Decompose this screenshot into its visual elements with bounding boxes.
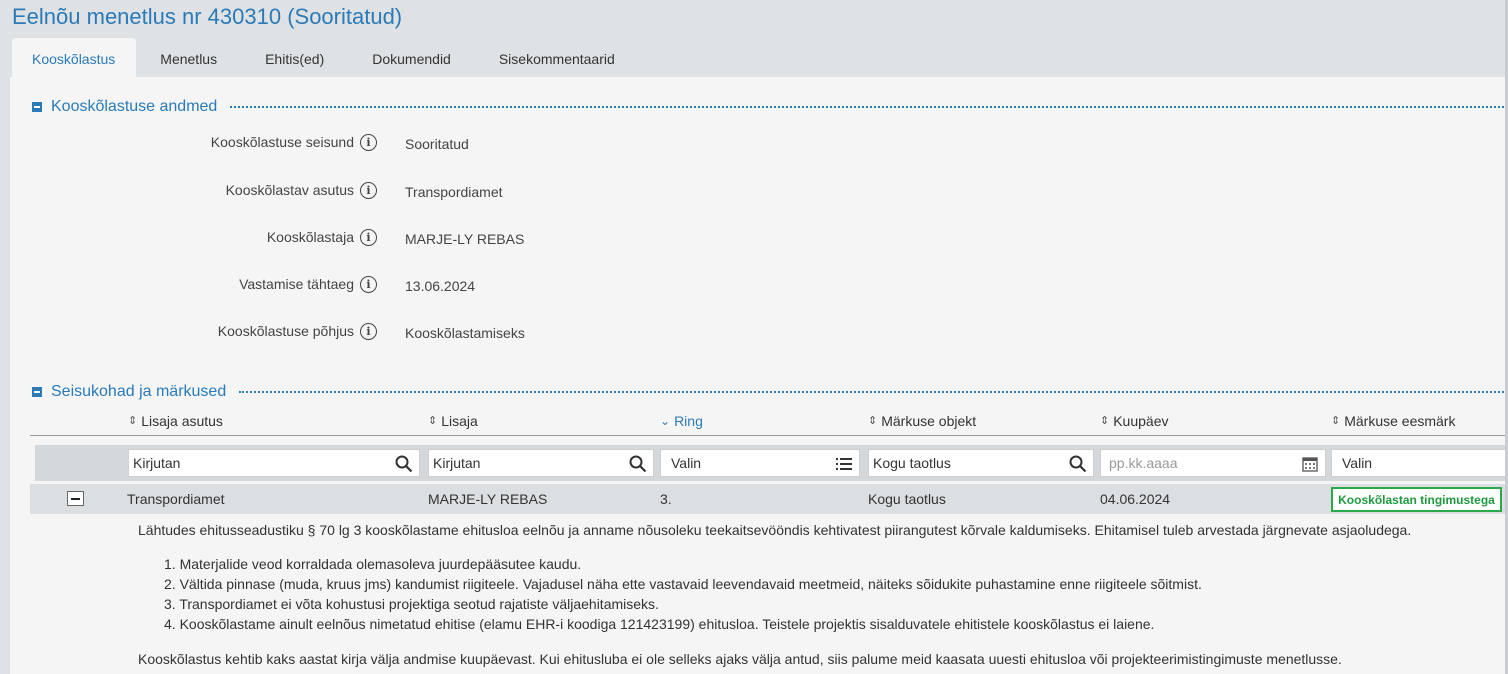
- info-icon[interactable]: i: [360, 323, 377, 340]
- column-header-kuupaev[interactable]: ⇕ Kuupäev: [1100, 413, 1169, 429]
- section-divider: [239, 391, 1508, 393]
- field-value-pohjus: Kooskõlastamiseks: [405, 325, 525, 341]
- collapse-icon[interactable]: [32, 387, 42, 397]
- column-label: Märkuse eesmärk: [1344, 413, 1456, 429]
- info-icon[interactable]: i: [360, 229, 377, 246]
- filter-lisaja[interactable]: Kirjutan: [428, 449, 654, 477]
- filter-value: Valin: [671, 455, 702, 471]
- detail-outro: Kooskõlastus kehtib kaks aastat kirja vä…: [138, 651, 1342, 667]
- section-divider: [230, 106, 1508, 108]
- list-icon[interactable]: [835, 455, 853, 473]
- calendar-icon[interactable]: [1301, 455, 1319, 473]
- tab-kooskolastus[interactable]: Kooskõlastus: [12, 38, 137, 77]
- cell-lisaja: MARJE-LY REBAS: [428, 491, 548, 507]
- status-badge: Kooskõlastan tingimustega: [1331, 487, 1502, 512]
- column-header-lisaja[interactable]: ⇕ Lisaja: [428, 413, 478, 429]
- sort-both-icon: ⇕: [128, 414, 138, 427]
- collapse-icon[interactable]: [32, 102, 42, 112]
- info-icon[interactable]: i: [360, 276, 377, 293]
- collapse-row-icon[interactable]: [67, 491, 84, 506]
- detail-list-item: 4. Kooskõlastame ainult eelnõus nimetatu…: [164, 616, 1155, 632]
- field-value-tahtaeg: 13.06.2024: [405, 278, 476, 294]
- detail-intro: Lähtudes ehitusseadustiku § 70 lg 3 koos…: [138, 522, 1412, 538]
- filter-kuupaev[interactable]: pp.kk.aaaa: [1100, 449, 1326, 477]
- tab-dokumendid[interactable]: Dokumendid: [348, 38, 475, 77]
- info-icon[interactable]: i: [360, 182, 377, 199]
- column-header-ring[interactable]: ⌄ Ring: [660, 413, 703, 429]
- section-header-seisukohad: Seisukohad ja märkused: [32, 382, 226, 402]
- filter-lisaja-asutus[interactable]: Kirjutan: [128, 449, 420, 477]
- section-title: Seisukohad ja märkused: [51, 383, 227, 400]
- tab-menetlus[interactable]: Menetlus: [136, 38, 241, 77]
- filter-placeholder: pp.kk.aaaa: [1109, 455, 1178, 471]
- detail-list-item: 3. Transpordiamet ei võta kohustusi proj…: [164, 596, 659, 612]
- search-icon[interactable]: [629, 455, 647, 473]
- section-header-kooskolastuse-andmed: Kooskõlastuse andmed: [32, 97, 217, 117]
- field-value-seisund: Sooritatud: [405, 136, 469, 152]
- sort-both-icon: ⇕: [1100, 414, 1110, 427]
- filter-value: Valin: [1342, 455, 1373, 471]
- cell-kuupaev: 04.06.2024: [1100, 491, 1171, 507]
- cell-ring: 3.: [660, 491, 672, 507]
- detail-list-item: 1. Materjalide veod korraldada olemasole…: [164, 556, 582, 572]
- column-header-markuse-objekt[interactable]: ⇕ Märkuse objekt: [868, 413, 976, 429]
- column-label: Ring: [674, 413, 703, 429]
- sort-both-icon: ⇕: [1331, 414, 1341, 427]
- filter-value: Kirjutan: [133, 455, 181, 471]
- tab-sisekommentaarid[interactable]: Sisekommentaarid: [475, 38, 639, 77]
- search-icon[interactable]: [395, 455, 413, 473]
- sort-both-icon: ⇕: [428, 414, 438, 427]
- field-label-tahtaeg: Vastamise tähtaeg: [239, 276, 354, 292]
- filter-value: Kirjutan: [433, 455, 481, 471]
- tab-panel: Kooskõlastuse andmed Kooskõlastuse seisu…: [10, 77, 1508, 674]
- info-icon[interactable]: i: [360, 134, 377, 151]
- column-label: Märkuse objekt: [881, 413, 977, 429]
- column-label: Lisaja asutus: [141, 413, 223, 429]
- column-label: Lisaja: [441, 413, 478, 429]
- filter-markuse-objekt[interactable]: Kogu taotlus: [868, 449, 1094, 477]
- field-label-kooskolastaja: Kooskõlastaja: [266, 229, 354, 245]
- tab-bar: Kooskõlastus Menetlus Ehitis(ed) Dokumen…: [12, 38, 639, 77]
- page-title: Eelnõu menetlus nr 430310 (Sooritatud): [12, 4, 403, 29]
- field-value-asutus: Transpordiamet: [405, 184, 503, 200]
- field-label-seisund: Kooskõlastuse seisund: [210, 134, 354, 150]
- cell-markuse-objekt: Kogu taotlus: [868, 491, 946, 507]
- field-label-pohjus: Kooskõlastuse põhjus: [217, 323, 354, 339]
- column-header-lisaja-asutus[interactable]: ⇕ Lisaja asutus: [128, 413, 223, 429]
- filter-markuse-eesmark[interactable]: Valin: [1331, 449, 1508, 477]
- column-header-markuse-eesmark[interactable]: ⇕ Märkuse eesmärk: [1331, 413, 1455, 429]
- header-divider: [30, 435, 1508, 436]
- filter-value: Kogu taotlus: [873, 455, 951, 471]
- search-icon[interactable]: [1069, 455, 1087, 473]
- sort-both-icon: ⇕: [868, 414, 878, 427]
- section-title: Kooskõlastuse andmed: [51, 98, 218, 115]
- field-value-kooskolastaja: MARJE-LY REBAS: [405, 231, 525, 247]
- tab-ehitised[interactable]: Ehitis(ed): [241, 38, 348, 77]
- table-row[interactable]: [30, 484, 1508, 514]
- cell-lisaja-asutus: Transpordiamet: [127, 491, 225, 507]
- field-label-asutus: Kooskõlastav asutus: [225, 182, 354, 198]
- filter-ring[interactable]: Valin: [660, 449, 860, 477]
- sort-desc-icon: ⌄: [660, 414, 671, 428]
- detail-list-item: 2. Vältida pinnase (muda, kruus jms) kan…: [164, 576, 1202, 592]
- column-label: Kuupäev: [1113, 413, 1169, 429]
